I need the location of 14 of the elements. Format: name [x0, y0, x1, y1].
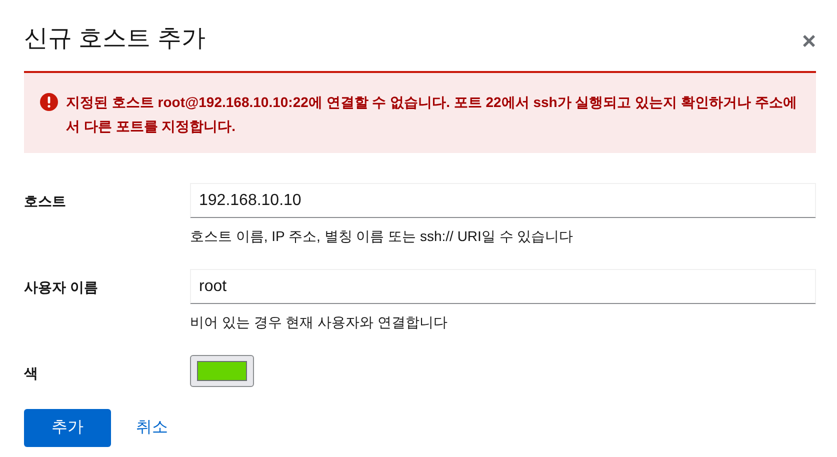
- help-text: 호스트 이름, IP 주소, 별칭 이름 또는 ssh:// URI일 수 있습니다: [190, 227, 574, 246]
- cancel-button[interactable]: 취소: [111, 409, 193, 447]
- add-button[interactable]: 추가: [24, 409, 111, 447]
- input-field[interactable]: root: [190, 269, 816, 304]
- help-text: 비어 있는 경우 현재 사용자와 연결합니다: [190, 313, 448, 332]
- color-picker[interactable]: [190, 355, 254, 387]
- field-label: 색: [24, 364, 39, 383]
- close-button[interactable]: ×: [802, 30, 816, 54]
- dialog-title: 신규 호스트 추가: [24, 24, 206, 54]
- input-field[interactable]: 192.168.10.10: [190, 183, 816, 218]
- error-message: 지정된 호스트 root@192.168.10.10:22에 연결할 수 없습니다. 포트 22에서 ssh가 실행되고 있는지 확인하거나 주소에서 다른 포트를 지정합니다.: [66, 93, 798, 136]
- field-label: 사용자 이름: [24, 278, 99, 297]
- field-label: 호스트: [24, 192, 67, 211]
- error-icon: [40, 93, 58, 111]
